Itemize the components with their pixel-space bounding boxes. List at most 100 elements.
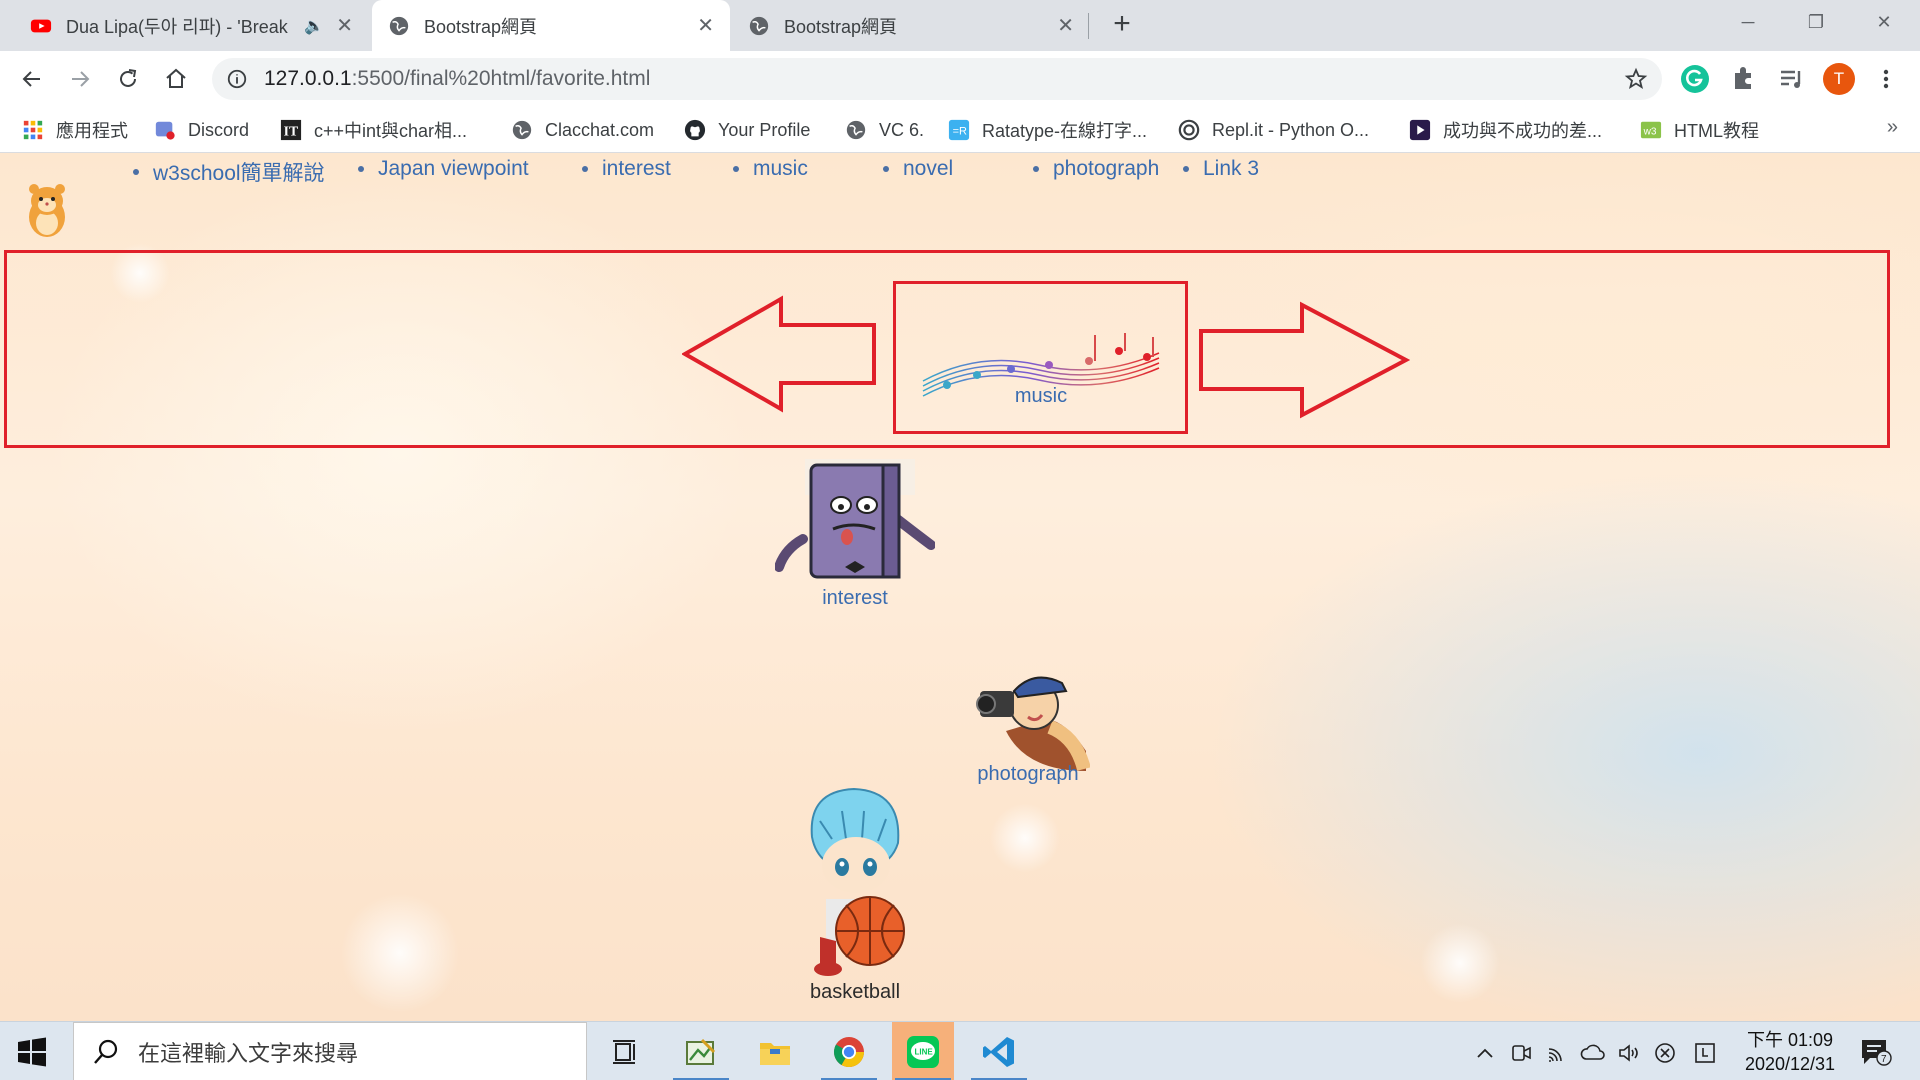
basketball-caption[interactable]: basketball	[810, 981, 900, 1004]
notification-count: 7	[1881, 1054, 1887, 1065]
nav-item-photograph[interactable]: photograph	[1033, 157, 1159, 181]
bookmark-ratatype[interactable]: =R Ratatype-在線打字...	[948, 117, 1147, 143]
nav-item-japan-viewpoint[interactable]: Japan viewpoint	[358, 157, 529, 181]
ithome-icon: IT	[280, 119, 302, 141]
nav-item-music[interactable]: music	[733, 157, 808, 181]
apps-grid-icon	[23, 120, 43, 140]
tab-title: Bootstrap網頁	[424, 16, 538, 37]
speaker-icon	[1619, 1044, 1638, 1062]
bookmark-label: 應用程式	[56, 121, 128, 141]
github-icon	[684, 119, 706, 141]
nav-item-link-3[interactable]: Link 3	[1183, 157, 1259, 181]
taskbar-app-file-explorer[interactable]	[744, 1022, 806, 1080]
arrow-right-icon	[72, 71, 90, 87]
chrome-menu-button[interactable]	[1866, 59, 1906, 99]
taskbar-app-image-editor[interactable]	[670, 1022, 732, 1080]
tab-bootstrap-active[interactable]: Bootstrap網頁 ✕	[372, 0, 730, 51]
bookmark-replit[interactable]: Repl.it - Python O...	[1178, 117, 1369, 143]
photograph-card[interactable]: photograph	[968, 661, 1090, 786]
nav-link[interactable]: music	[753, 157, 808, 181]
photographer-character-image	[976, 676, 1090, 771]
nav-link[interactable]: Japan viewpoint	[378, 157, 529, 181]
chevron-up-icon	[1477, 1048, 1493, 1058]
bookmark-clacchat[interactable]: Clacchat.com	[511, 117, 654, 143]
interest-card[interactable]: interest	[775, 449, 935, 610]
bookmark-label: Your Profile	[718, 119, 811, 140]
task-view-button[interactable]	[594, 1022, 656, 1080]
bookmark-apps[interactable]: 應用程式	[22, 117, 128, 143]
bullet	[1183, 166, 1189, 172]
bookmark-ithome[interactable]: IT c++中int與char相...	[280, 117, 467, 143]
nav-item-novel[interactable]: novel	[883, 157, 953, 181]
nav-item-interest[interactable]: interest	[582, 157, 671, 181]
tab-bootstrap[interactable]: Bootstrap網頁 ✕	[732, 0, 1090, 51]
search-placeholder: 在這裡輸入文字來搜尋	[138, 1040, 359, 1066]
media-control-icon[interactable]	[1775, 63, 1807, 95]
bookmark-video[interactable]: 成功與不成功的差...	[1409, 117, 1602, 143]
nav-link[interactable]: photograph	[1053, 157, 1159, 181]
tray-wifi[interactable]	[1544, 1040, 1570, 1066]
new-tab-button[interactable]: +	[1106, 9, 1138, 41]
bookmark-label: Repl.it - Python O...	[1212, 119, 1370, 140]
taskbar-app-line[interactable]: LINE	[892, 1022, 954, 1080]
search-icon	[94, 1039, 118, 1064]
restore-button[interactable]: ❐	[1782, 0, 1850, 44]
reload-button[interactable]	[108, 59, 148, 99]
basketball-card[interactable]: basketball	[780, 781, 930, 1004]
tray-meet-now[interactable]	[1508, 1040, 1534, 1066]
show-hidden-icons-button[interactable]	[1472, 1040, 1498, 1066]
music-card[interactable]: music	[916, 331, 1166, 408]
video-icon	[1409, 119, 1431, 141]
back-button[interactable]	[12, 59, 52, 99]
nav-link[interactable]: novel	[903, 157, 953, 181]
bookmark-label: VC 6.	[879, 119, 925, 140]
nav-item-w3school[interactable]: w3school簡單解說	[133, 157, 325, 187]
profile-avatar[interactable]: T	[1823, 63, 1855, 95]
tray-ime[interactable]	[1692, 1040, 1718, 1066]
tray-onedrive[interactable]	[1580, 1040, 1606, 1066]
forward-button[interactable]	[60, 59, 100, 99]
interest-caption[interactable]: interest	[822, 587, 888, 610]
globe-icon	[846, 120, 866, 140]
hamster-logo-icon[interactable]	[24, 181, 70, 239]
bookmark-html-tutorial[interactable]: w3 HTML教程	[1640, 117, 1759, 143]
taskbar-app-chrome[interactable]	[818, 1022, 880, 1080]
close-tab-icon[interactable]: ✕	[697, 13, 714, 38]
photograph-caption[interactable]: photograph	[977, 763, 1078, 786]
action-center-icon[interactable]: 7	[1860, 1038, 1892, 1066]
close-tab-icon[interactable]: ✕	[336, 13, 353, 38]
grammarly-icon[interactable]	[1679, 63, 1711, 95]
bookmark-star-icon[interactable]	[1624, 67, 1648, 91]
bookmark-vc6[interactable]: VC 6.	[845, 117, 924, 143]
music-caption[interactable]: music	[1015, 385, 1067, 408]
minimize-button[interactable]: ─	[1714, 0, 1782, 44]
clock-date: 2020/12/31	[1744, 1054, 1836, 1074]
audio-playing-icon[interactable]: 🔈	[304, 16, 324, 36]
windows-start-icon[interactable]	[14, 1034, 50, 1070]
taskbar-clock[interactable]: 下午 01:09 2020/12/31	[1730, 1028, 1850, 1076]
home-button[interactable]	[156, 59, 196, 99]
folder-icon	[760, 1042, 790, 1065]
nav-link[interactable]: w3school簡單解說	[153, 157, 325, 187]
tray-volume[interactable]	[1616, 1040, 1642, 1066]
bookmark-label: c++中int與char相...	[314, 121, 468, 141]
taskbar-search-box[interactable]: 在這裡輸入文字來搜尋	[73, 1022, 587, 1080]
bookmark-github-profile[interactable]: Your Profile	[684, 117, 810, 143]
tab-youtube[interactable]: Dua Lipa(두아 리파) - 'Break 🔈 ✕	[14, 0, 369, 51]
tray-network-disconnected[interactable]	[1652, 1040, 1678, 1066]
bookmarks-overflow-button[interactable]: »	[1887, 116, 1898, 139]
taskbar-app-vscode[interactable]	[968, 1022, 1030, 1080]
site-info-icon[interactable]	[226, 68, 248, 90]
globe-icon	[512, 120, 532, 140]
nav-link[interactable]: interest	[602, 157, 671, 181]
nav-link[interactable]: Link 3	[1203, 157, 1259, 181]
extensions-puzzle-icon[interactable]	[1727, 63, 1759, 95]
close-window-button[interactable]: ✕	[1850, 0, 1918, 44]
close-tab-icon[interactable]: ✕	[1057, 13, 1074, 38]
svg-text:w3: w3	[1643, 127, 1657, 138]
right-arrow-annotation-icon	[1199, 301, 1410, 419]
bookmark-discord[interactable]: Discord	[154, 117, 249, 143]
line-app-icon: LINE	[907, 1035, 939, 1068]
wifi-icon	[1548, 1048, 1562, 1062]
address-bar[interactable]: 127.0.0.1:5500/final%20html/favorite.htm…	[212, 58, 1662, 100]
